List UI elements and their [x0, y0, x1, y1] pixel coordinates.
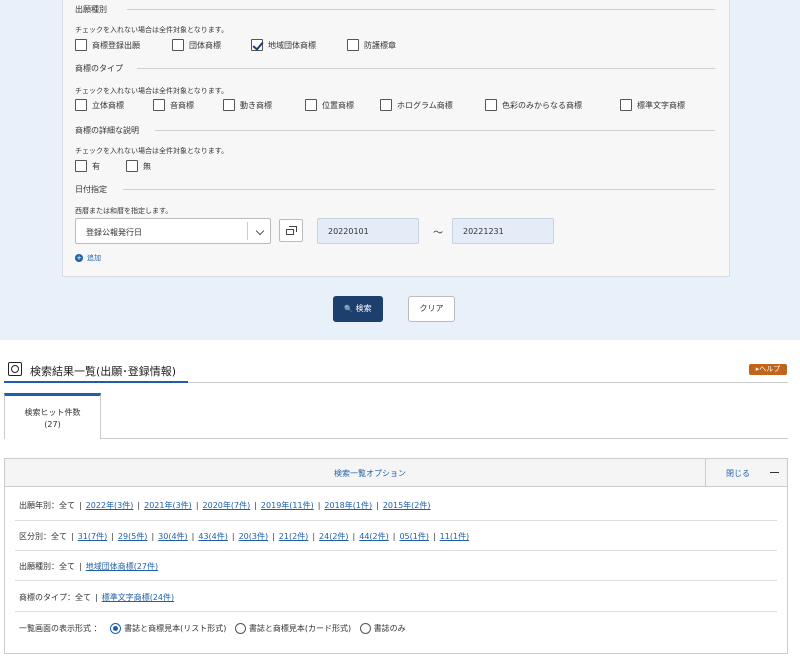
filter-link[interactable]: 2020年(7件)	[203, 501, 251, 510]
add-condition-link[interactable]: + 追加	[75, 253, 101, 263]
filter-link[interactable]: 地域団体商標(27件)	[86, 562, 158, 571]
add-circle-icon: +	[75, 254, 83, 262]
results-title: 検索結果一覧(出願･登録情報)	[30, 365, 177, 378]
help-button[interactable]: ▸ヘルプ	[749, 364, 787, 375]
date-note: 西暦または和暦を指定します。	[75, 207, 173, 215]
filter-link[interactable]: 31(7件)	[78, 532, 108, 541]
mark-type-note: チェックを入れない場合は全件対象となります。	[75, 87, 229, 95]
filter-link[interactable]: 05(1件)	[399, 532, 429, 541]
options-header: 検索一覧オプション 閉じる	[5, 459, 787, 487]
clear-button[interactable]: クリア	[408, 296, 455, 322]
options-close-button[interactable]: 閉じる	[705, 459, 787, 486]
search-icon: 🔍	[344, 305, 354, 313]
date-type-select[interactable]: 登録公報発行日	[75, 218, 271, 244]
filter-row-kind: 出願種別：全て | 地域団体商標(27件)	[19, 562, 159, 571]
filter-link[interactable]: 30(4件)	[158, 532, 188, 541]
filter-row-year: 出願年別：全て | 2022年(3件) | 2021年(3件) | 2020年(7件) | 20…	[19, 501, 431, 510]
section-divider	[123, 189, 715, 190]
chevron-down-icon	[255, 226, 265, 236]
results-title-block: 検索結果一覧(出願･登録情報)	[4, 357, 188, 383]
options-title: 検索一覧オプション	[334, 469, 406, 478]
section-divider	[155, 130, 715, 131]
results-header: 検索結果一覧(出願･登録情報)	[4, 357, 788, 383]
filter-link[interactable]: 標準文字商標(24件)	[102, 593, 174, 602]
filter-link[interactable]: 29(5件)	[118, 532, 148, 541]
date-title: 日付指定	[75, 185, 107, 194]
section-divider	[137, 68, 715, 69]
tab-hit-count[interactable]: 検索ヒット件数 (27)	[4, 393, 101, 439]
search-conditions-panel: 出願種別 チェックを入れない場合は全件対象となります。 商標登録出願 団体商標 …	[62, 0, 730, 277]
app-type-note: チェックを入れない場合は全件対象となります。	[75, 26, 229, 34]
filter-link[interactable]: 2022年(3件)	[86, 501, 134, 510]
filter-link[interactable]: 2015年(2件)	[383, 501, 431, 510]
filter-link[interactable]: 21(2件)	[279, 532, 309, 541]
detail-desc-title: 商標の詳細な説明	[75, 126, 139, 135]
filter-link[interactable]: 2018年(1件)	[324, 501, 372, 510]
filter-link[interactable]: 11(1件)	[440, 532, 470, 541]
filter-link[interactable]: 20(3件)	[239, 532, 269, 541]
app-type-title: 出願種別	[75, 5, 107, 14]
detail-desc-note: チェックを入れない場合は全件対象となります。	[75, 147, 229, 155]
date-to-input[interactable]: 20221231	[452, 218, 554, 244]
date-from-input[interactable]: 20220101	[317, 218, 419, 244]
search-button[interactable]: 🔍 検索	[333, 296, 383, 322]
display-format-row: 一覧画面の表示形式 ： 書誌と商標見本(リスト形式) 書誌と商標見本(カード形式…	[19, 623, 406, 634]
filter-row-class: 区分別：全て | 31(7件) | 29(5件) | 30(4件) | 43(4件) | 20(3件…	[19, 532, 470, 541]
filter-link[interactable]: 2019年(11件)	[261, 501, 314, 510]
filter-link[interactable]: 43(4件)	[198, 532, 228, 541]
filter-link[interactable]: 44(2件)	[359, 532, 389, 541]
date-type-value: 登録公報発行日	[86, 228, 142, 237]
radio-list-format[interactable]: 書誌と商標見本(リスト形式)	[104, 623, 226, 634]
filter-link[interactable]: 24(2件)	[319, 532, 349, 541]
search-list-icon	[8, 362, 22, 376]
collapse-icon	[770, 472, 779, 473]
search-list-options: 検索一覧オプション 閉じる 出願年別：全て | 2022年(3件) | 2021年(3件…	[4, 458, 788, 654]
calendar-popup-button[interactable]	[279, 219, 303, 242]
filter-link[interactable]: 2021年(3件)	[144, 501, 192, 510]
filter-row-type: 商標のタイプ：全て | 標準文字商標(24件)	[19, 593, 175, 602]
mark-type-title: 商標のタイプ	[75, 64, 123, 73]
radio-card-format[interactable]: 書誌と商標見本(カード形式)	[229, 623, 351, 634]
radio-biblio-only[interactable]: 書誌のみ	[354, 623, 406, 634]
date-range-tilde: 〜	[433, 228, 443, 239]
section-divider	[127, 9, 715, 10]
